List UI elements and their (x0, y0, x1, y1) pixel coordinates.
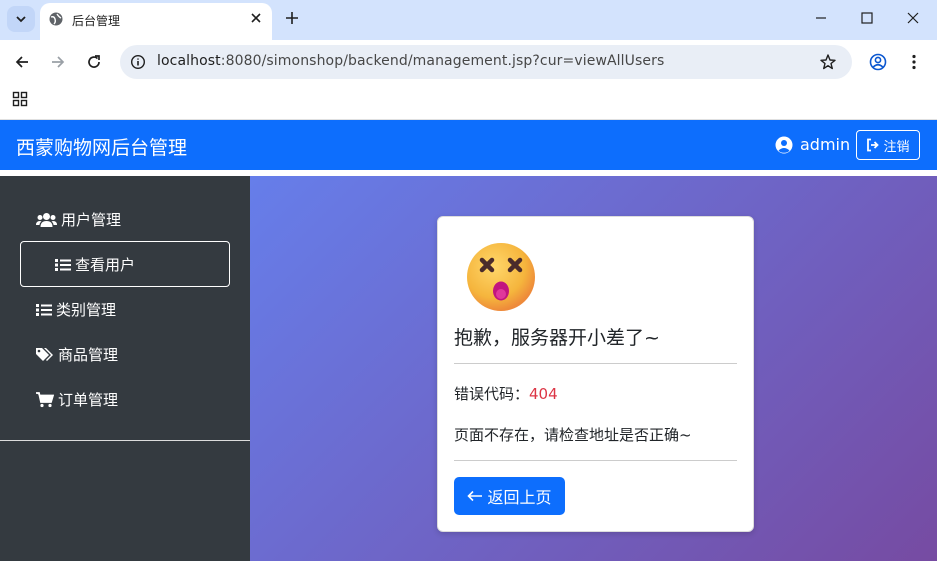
logout-button[interactable]: 注销 (856, 130, 920, 160)
brand-title[interactable]: 西蒙购物网后台管理 (16, 133, 187, 160)
arrow-left-icon (467, 490, 483, 502)
sidebar-item-label: 查看用户 (75, 256, 136, 274)
error-message: 页面不存在，请检查地址是否正确~ (454, 426, 692, 444)
more-menu-icon[interactable] (905, 53, 923, 71)
sidebar-divider (0, 440, 250, 441)
sidebar-item-label: 订单管理 (58, 391, 119, 409)
users-icon (36, 212, 57, 227)
list-icon (36, 303, 52, 316)
sidebar-item-order-management[interactable]: 订单管理 (36, 389, 118, 410)
sidebar-subitem-content: 查看用户 (55, 254, 135, 275)
plus-icon[interactable] (284, 10, 300, 26)
cart-icon (36, 391, 54, 407)
error-code-label: 错误代码： (454, 385, 530, 403)
sidebar-item-category-management[interactable]: 类别管理 (36, 299, 116, 320)
user-circle-icon (775, 136, 793, 154)
profile-icon[interactable] (869, 53, 887, 71)
close-window-icon[interactable] (906, 11, 920, 25)
maximize-icon[interactable] (860, 11, 874, 25)
list-icon (55, 258, 71, 271)
sidebar-item-label: 用户管理 (61, 211, 122, 229)
divider (454, 363, 737, 364)
reload-icon[interactable] (86, 54, 102, 70)
forward-arrow-icon[interactable] (50, 54, 66, 70)
tags-icon (36, 348, 53, 361)
back-button[interactable]: 返回上页 (454, 477, 565, 515)
dizzy-face-icon (467, 243, 535, 311)
chevron-down-icon (16, 16, 26, 23)
sidebar-item-product-management[interactable]: 商品管理 (36, 344, 118, 365)
bookmarks-bar (0, 83, 937, 120)
minimize-icon[interactable] (814, 11, 828, 25)
error-code: 404 (529, 385, 558, 403)
apps-grid-icon[interactable] (12, 91, 28, 107)
sidebar-item-user-management[interactable]: 用户管理 (36, 209, 121, 230)
url-text: localhost:8080/simonshop/backend/managem… (157, 53, 664, 69)
close-icon[interactable] (248, 10, 264, 26)
sign-out-icon (867, 138, 880, 152)
url-host: localhost (157, 53, 221, 69)
username: admin (800, 135, 851, 154)
back-arrow-icon[interactable] (14, 54, 30, 70)
tab-search-button[interactable] (7, 6, 35, 32)
url-path: :8080/simonshop/backend/management.jsp?c… (220, 53, 665, 69)
site-info-icon[interactable] (130, 54, 146, 70)
back-button-label: 返回上页 (487, 488, 552, 507)
sidebar (0, 176, 250, 561)
star-icon[interactable] (819, 53, 837, 71)
error-code-line: 错误代码：404 (454, 383, 558, 404)
sidebar-item-label: 类别管理 (56, 301, 117, 319)
error-title: 抱歉，服务器开小差了~ (454, 327, 660, 349)
divider (454, 460, 737, 461)
sidebar-item-label: 商品管理 (58, 346, 119, 364)
logout-label: 注销 (883, 139, 910, 155)
globe-icon (49, 12, 63, 26)
tab-title: 后台管理 (72, 14, 121, 28)
